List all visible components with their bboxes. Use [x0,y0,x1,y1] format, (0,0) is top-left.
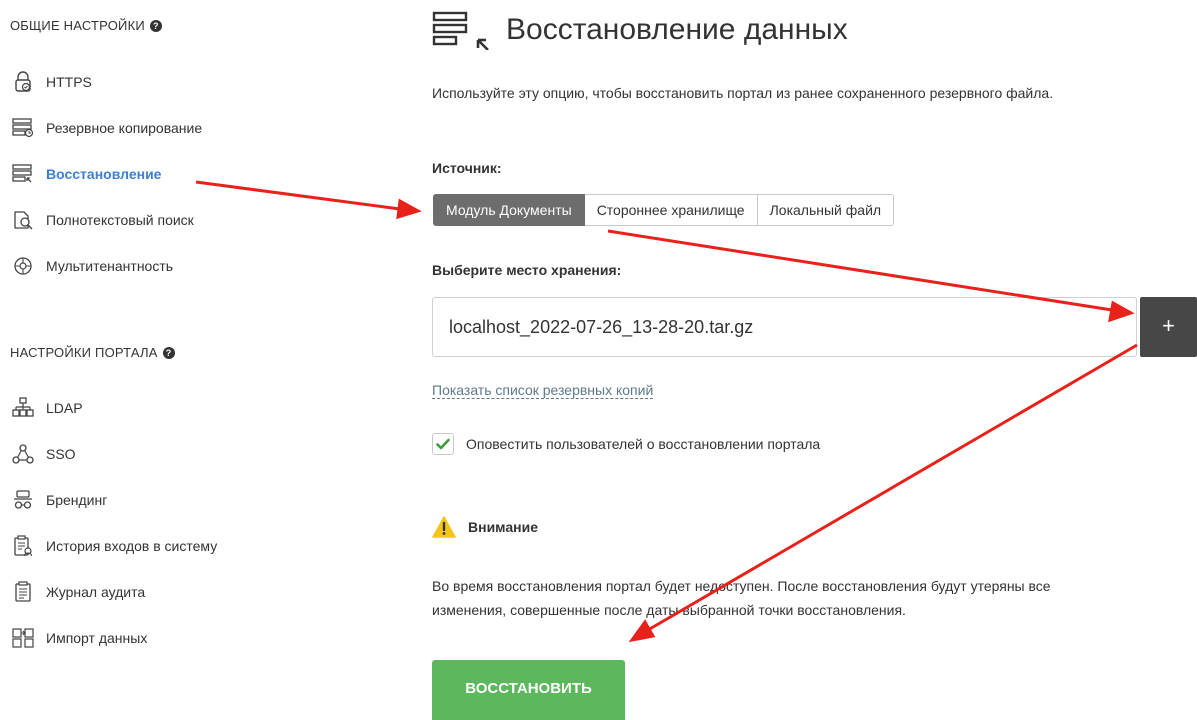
sidebar-item-login-history[interactable]: История входов в систему [10,533,217,559]
sidebar-item-branding[interactable]: Брендинг [10,487,217,513]
general-settings-heading: ОБЩИЕ НАСТРОЙКИ ? [10,18,162,33]
warning-icon [432,516,456,538]
help-icon[interactable]: ? [149,19,162,32]
sidebar-item-data-import[interactable]: Импорт данных [10,625,217,651]
general-settings-nav: HTTPS Резервное копирование Восстановлен… [10,69,202,279]
fulltext-search-icon [10,208,36,232]
sidebar-item-sso[interactable]: SSO [10,441,217,467]
portal-settings-heading: НАСТРОЙКИ ПОРТАЛА ? [10,345,175,360]
sidebar-item-restore[interactable]: Восстановление [10,161,202,187]
notify-users-option: Оповестить пользователей о восстановлени… [432,433,820,455]
warning-title: Внимание [468,519,538,535]
add-storage-button[interactable]: + [1140,297,1197,357]
sidebar-item-fulltext-search[interactable]: Полнотекстовый поиск [10,207,202,233]
page-title: Восстановление данных [506,13,848,46]
page-header: Восстановление данных [432,10,848,50]
lock-icon [10,70,36,94]
ldap-tree-icon [10,396,36,420]
login-history-icon [10,534,36,558]
notify-users-label: Оповестить пользователей о восстановлени… [466,436,821,452]
storage-path-field[interactable]: localhost_2022-07-26_13-28-20.tar.gz [432,297,1137,357]
sidebar-item-backup[interactable]: Резервное копирование [10,115,202,141]
checkmark-icon [436,438,450,450]
source-label: Источник: [432,160,502,176]
notify-users-checkbox[interactable] [432,433,454,455]
sidebar-item-audit-log[interactable]: Журнал аудита [10,579,217,605]
warning-heading: Внимание [432,516,538,538]
show-backups-link[interactable]: Показать список резервных копий [432,382,654,399]
tab-third-party-storage[interactable]: Стороннее хранилище [584,194,758,226]
sidebar-item-multitenancy[interactable]: Мультитенантность [10,253,202,279]
tab-local-file[interactable]: Локальный файл [757,194,895,226]
warning-line-1: Во время восстановления портал будет нед… [432,578,1051,594]
globe-icon [10,254,36,278]
warning-line-2: изменения, совершенные после даты выбран… [432,602,906,618]
arrow-to-tabs [195,180,401,211]
sso-network-icon [10,442,36,466]
restore-button[interactable]: ВОССТАНОВИТЬ [432,660,625,720]
tab-documents-module[interactable]: Модуль Документы [433,194,585,226]
branding-icon [10,488,36,512]
audit-log-icon [10,580,36,604]
arrow-head [628,619,656,643]
backup-server-icon [10,116,36,140]
warning-text: Во время восстановления портал будет нед… [432,574,1051,622]
restore-server-icon [10,162,36,186]
data-import-icon [10,626,36,650]
storage-label: Выберите место хранения: [432,262,622,278]
help-icon[interactable]: ? [162,346,175,359]
arrow-head [396,198,422,220]
source-tabs: Модуль Документы Стороннее хранилище Лок… [433,194,895,226]
sidebar-item-https[interactable]: HTTPS [10,69,202,95]
portal-settings-nav: LDAP SSO Брендинг История входов в систе… [10,395,217,651]
page-description: Используйте эту опцию, чтобы восстановит… [432,85,1054,101]
restore-server-icon [432,10,492,50]
sidebar-item-ldap[interactable]: LDAP [10,395,217,421]
